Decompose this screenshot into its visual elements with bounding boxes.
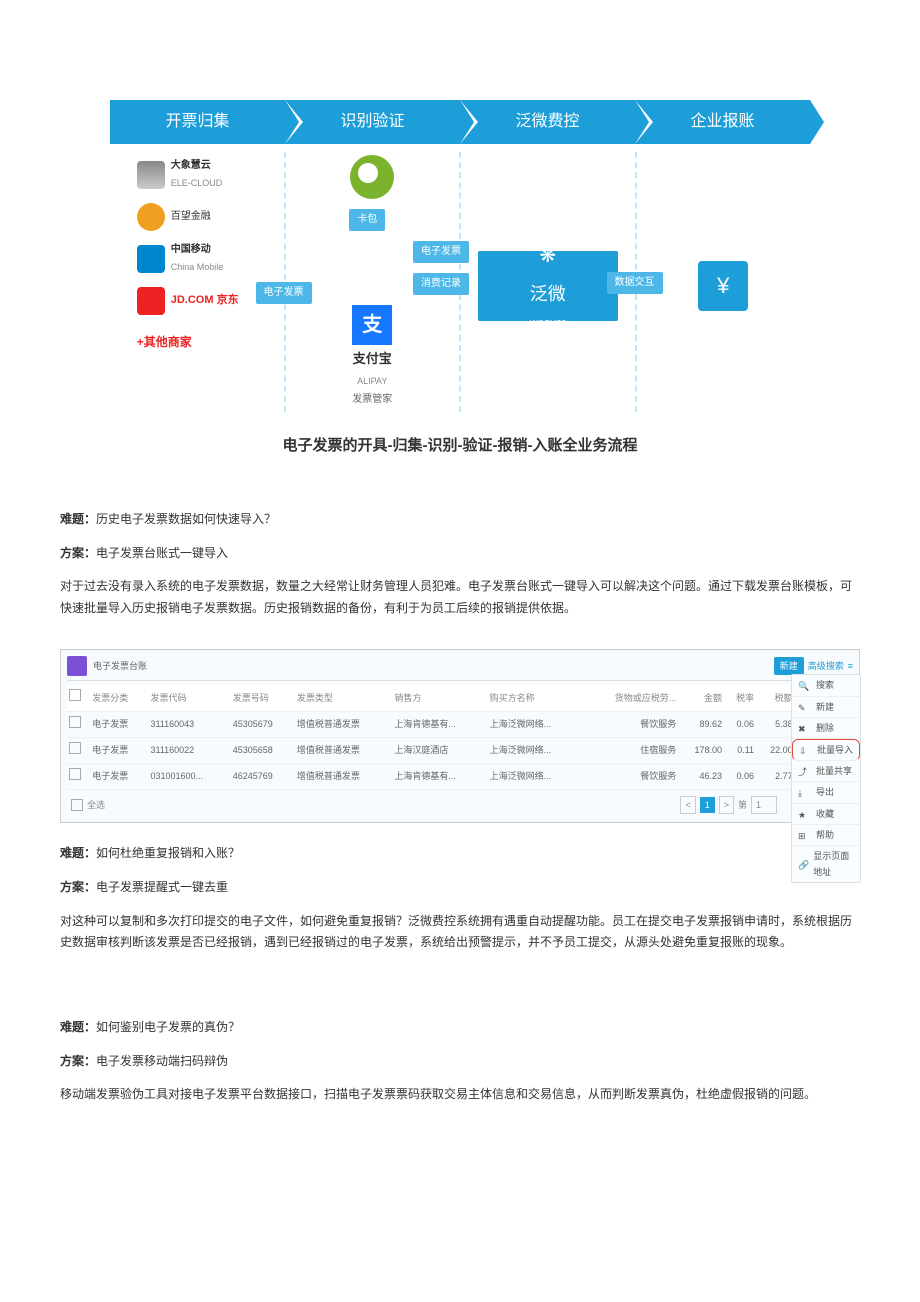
pager-goto-input[interactable]: 1 [751,796,777,814]
menu-icon: ✖ [798,721,812,735]
section-q3: 难题：如何鉴别电子发票的真伪？ 方案：电子发票移动端扫码辩伪 移动端发票验伪工具… [60,1017,860,1106]
row-checkbox[interactable] [69,742,81,754]
context-menu: 🔍搜索✎新建✖删除⇩批量导入⤴批量共享⤓导出★收藏⊞帮助🔗显示页面地址 [791,674,861,883]
menu-icon: ⊞ [798,828,812,842]
weaver-box: ❋ 泛微 weaver [478,251,618,321]
section-q1: 难题：历史电子发票数据如何快速导入？ 方案：电子发票台账式一键导入 对于过去没有… [60,509,860,619]
q1-text: 历史电子发票数据如何快速导入？ [96,512,276,526]
new-button[interactable]: 新建 [774,657,804,675]
q2-label: 难题： [60,846,96,860]
adv-search-link[interactable]: 高级搜索 [808,658,844,674]
money-icon: ¥ [698,261,748,311]
menu-icon: ✎ [798,700,812,714]
a2-label: 方案： [60,880,96,894]
col-sources: 大象慧云ELE-CLOUD 百望金融 中国移动China Mobile JD.C… [110,152,286,412]
menu-item[interactable]: ⤴批量共享 [792,761,860,782]
col-accounting: ¥ [637,152,811,412]
menu-item[interactable]: ✎新建 [792,697,860,718]
menu-icon: 🔍 [798,678,812,692]
ss-header: 电子发票台账 新建 高级搜索 ≡ [67,656,853,681]
q1-label: 难题： [60,512,96,526]
a3-label: 方案： [60,1054,96,1068]
pager-goto-label: 第 [738,797,747,813]
step-3: 泛微费控 [460,100,635,144]
menu-icon: ⤓ [798,785,812,799]
menu-item[interactable]: ✖删除 [792,718,860,739]
step-arrows: 开票归集 识别验证 泛微费控 企业报账 [110,100,810,144]
diagram-caption: 电子发票的开具-归集-识别-验证-报销-入账全业务流程 [60,432,860,459]
menu-item[interactable]: ⊞帮助 [792,825,860,846]
pager-prev[interactable]: < [680,796,695,814]
menu-item[interactable]: ★收藏 [792,804,860,825]
pager-current: 1 [700,797,715,813]
q2-text: 如何杜绝重复报销和入账？ [96,846,240,860]
vendor-chinamobile: 中国移动China Mobile [137,244,257,274]
vendor-baiwang: 百望金融 [137,202,257,232]
a1-text: 电子发票台账式一键导入 [96,546,228,560]
alipay-icon: 支 [352,305,392,345]
menu-item[interactable]: 🔗显示页面地址 [792,846,860,882]
row-checkbox[interactable] [69,716,81,728]
pager-next[interactable]: > [719,796,734,814]
p2-text: 对这种可以复制和多次打印提交的电子文件，如何避免重复报销？泛微费控系统拥有遇重自… [60,911,860,954]
a2-text: 电子发票提醒式一键去重 [96,880,228,894]
ss-title: 电子发票台账 [93,658,147,674]
row-checkbox[interactable] [69,768,81,780]
vendor-elecloud: 大象慧云ELE-CLOUD [137,160,257,190]
menu-icon: ⤴ [798,764,812,778]
col-weaver: ❋ 泛微 weaver 数据交互 [461,152,637,412]
pager: 全选 < 1 > 第 1 [67,790,853,816]
table-row[interactable]: 电子发票31116004345305679增值税普通发票上海肯德基有...上海泛… [67,711,853,737]
step-1: 开票归集 [110,100,285,144]
p3-text: 移动端发票验伪工具对接电子发票平台数据接口，扫描电子发票票码获取交易主体信息和交… [60,1084,860,1106]
invoice-table: 发票分类发票代码发票号码发票类型销售方购买方名称货物或应税劳...金额税率税额价… [67,685,853,790]
q3-text: 如何鉴别电子发票的真伪？ [96,1020,240,1034]
ss-logo-icon [67,656,87,676]
table-row[interactable]: 电子发票31116002245305658增值税普通发票上海汉庭酒店上海泛微网络… [67,737,853,763]
select-all-label: 全选 [87,797,105,813]
step-2: 识别验证 [285,100,460,144]
section-q2: 难题：如何杜绝重复报销和入账？ 方案：电子发票提醒式一键去重 对这种可以复制和多… [60,843,860,953]
menu-icon: ⇩ [799,743,813,757]
weaver-logo-icon: ❋ [539,238,556,274]
alipay-block: 支 支付宝 ALIPAY 发票管家 [352,305,392,409]
process-diagram: 开票归集 识别验证 泛微费控 企业报账 大象慧云ELE-CLOUD 百望金融 中… [110,100,810,412]
menu-item[interactable]: ⤓导出 [792,782,860,803]
col-channels: 卡包 电子发票 消费记录 支 支付宝 ALIPAY 发票管家 [286,152,462,412]
tag-kabao: 卡包 [349,209,385,231]
menu-icon: 🔗 [798,857,809,871]
step-4: 企业报账 [635,100,810,144]
a1-label: 方案： [60,546,96,560]
flow-body: 大象慧云ELE-CLOUD 百望金融 中国移动China Mobile JD.C… [110,152,810,412]
p1-text: 对于过去没有录入系统的电子发票数据，数量之大经常让财务管理人员犯难。电子发票台账… [60,576,860,619]
vendor-other: +其他商家 [137,328,257,358]
table-row[interactable]: 电子发票031001600...46245769增值税普通发票上海肯德基有...… [67,763,853,789]
invoice-ledger-screenshot: 电子发票台账 新建 高级搜索 ≡ 发票分类发票代码发票号码发票类型销售方购买方名… [60,649,860,823]
menu-item[interactable]: 🔍搜索 [792,675,860,696]
vendor-jd: JD.COM 京东 [137,286,257,316]
wechat-icon [350,155,394,199]
list-view-icon[interactable]: ≡ [848,658,853,674]
header-checkbox[interactable] [69,689,81,701]
menu-item[interactable]: ⇩批量导入 [792,739,860,761]
a3-text: 电子发票移动端扫码辩伪 [96,1054,228,1068]
menu-icon: ★ [798,807,812,821]
select-all-checkbox[interactable] [71,799,83,811]
q3-label: 难题： [60,1020,96,1034]
